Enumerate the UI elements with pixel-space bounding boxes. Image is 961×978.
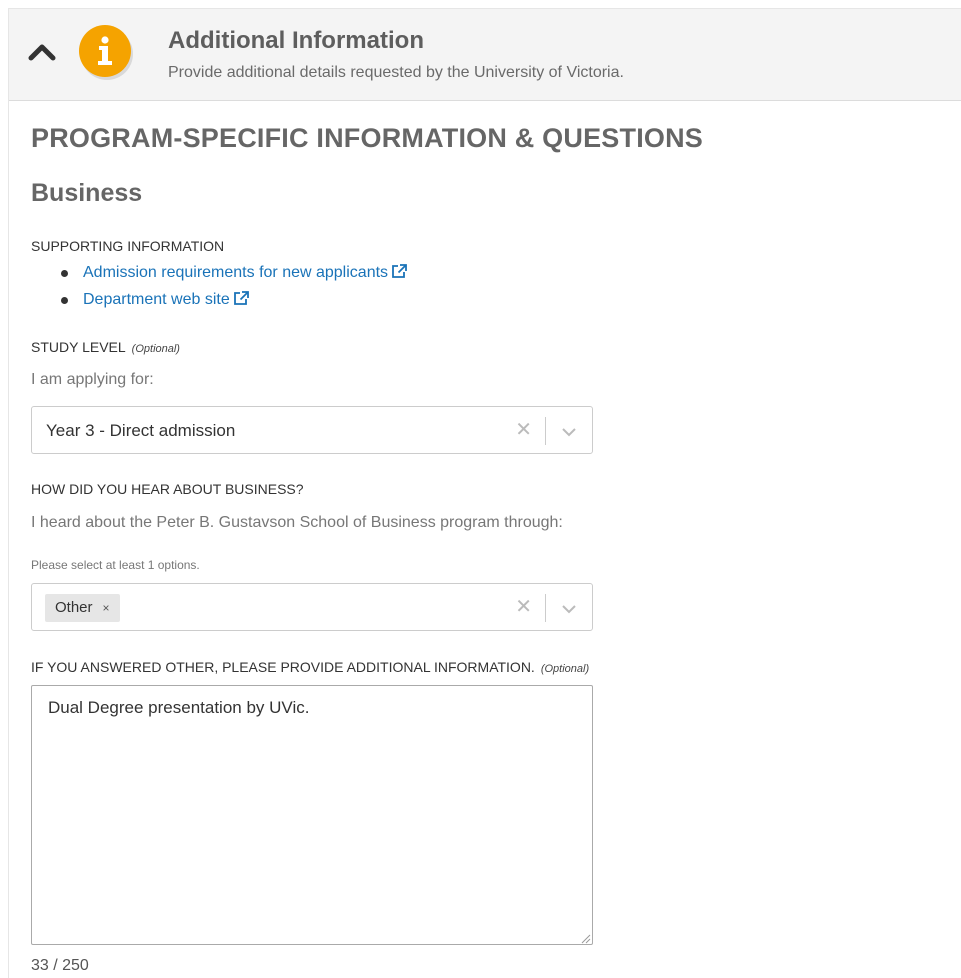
other-info-label: IF YOU ANSWERED OTHER, PLEASE PROVIDE AD… — [31, 659, 590, 675]
list-item: Department web site — [61, 286, 408, 313]
other-info-textarea[interactable]: Dual Degree presentation by UVic. — [31, 685, 593, 945]
program-name-heading: Business — [31, 179, 143, 207]
supporting-information-label: SUPPORTING INFORMATION — [31, 238, 225, 254]
character-counter: 33 / 250 — [31, 957, 89, 974]
clear-icon[interactable]: ✕ — [515, 595, 532, 619]
study-level-help: I am applying for: — [31, 371, 154, 388]
supporting-links-list: Admission requirements for new applicant… — [61, 259, 408, 313]
optional-tag: (Optional) — [540, 663, 590, 675]
section-header[interactable]: Additional Information Provide additiona… — [9, 9, 961, 101]
section-title: Additional Information — [168, 27, 424, 54]
hear-about-label: HOW DID YOU HEAR ABOUT BUSINESS? — [31, 481, 304, 497]
chevron-up-icon[interactable] — [27, 39, 57, 63]
section-subtitle: Provide additional details requested by … — [168, 64, 624, 81]
optional-tag: (Optional) — [131, 343, 180, 355]
external-link-icon — [391, 261, 408, 288]
program-questions-heading: PROGRAM-SPECIFIC INFORMATION & QUESTIONS — [31, 123, 704, 153]
hear-about-multiselect[interactable]: Other × ✕ — [31, 583, 593, 631]
admission-requirements-link[interactable]: Admission requirements for new applicant… — [83, 264, 408, 281]
additional-information-panel: Additional Information Provide additiona… — [8, 8, 961, 978]
department-website-link[interactable]: Department web site — [83, 291, 250, 308]
list-item: Admission requirements for new applicant… — [61, 259, 408, 286]
divider — [545, 417, 546, 445]
bullet — [61, 270, 68, 277]
study-level-select[interactable]: Year 3 - Direct admission ✕ — [31, 406, 593, 454]
clear-icon[interactable]: ✕ — [515, 418, 532, 442]
divider — [545, 594, 546, 622]
hear-about-note: Please select at least 1 options. — [31, 558, 200, 572]
bullet — [61, 297, 68, 304]
chevron-down-icon[interactable] — [560, 600, 578, 616]
info-icon — [79, 25, 131, 77]
chevron-down-icon[interactable] — [560, 423, 578, 439]
study-level-label: STUDY LEVEL (Optional) — [31, 339, 180, 355]
remove-chip-icon[interactable]: × — [103, 601, 110, 615]
hear-about-help: I heard about the Peter B. Gustavson Sch… — [31, 514, 563, 531]
selected-option-chip: Other × — [45, 594, 120, 622]
external-link-icon — [233, 288, 250, 315]
study-level-value: Year 3 - Direct admission — [46, 421, 236, 440]
